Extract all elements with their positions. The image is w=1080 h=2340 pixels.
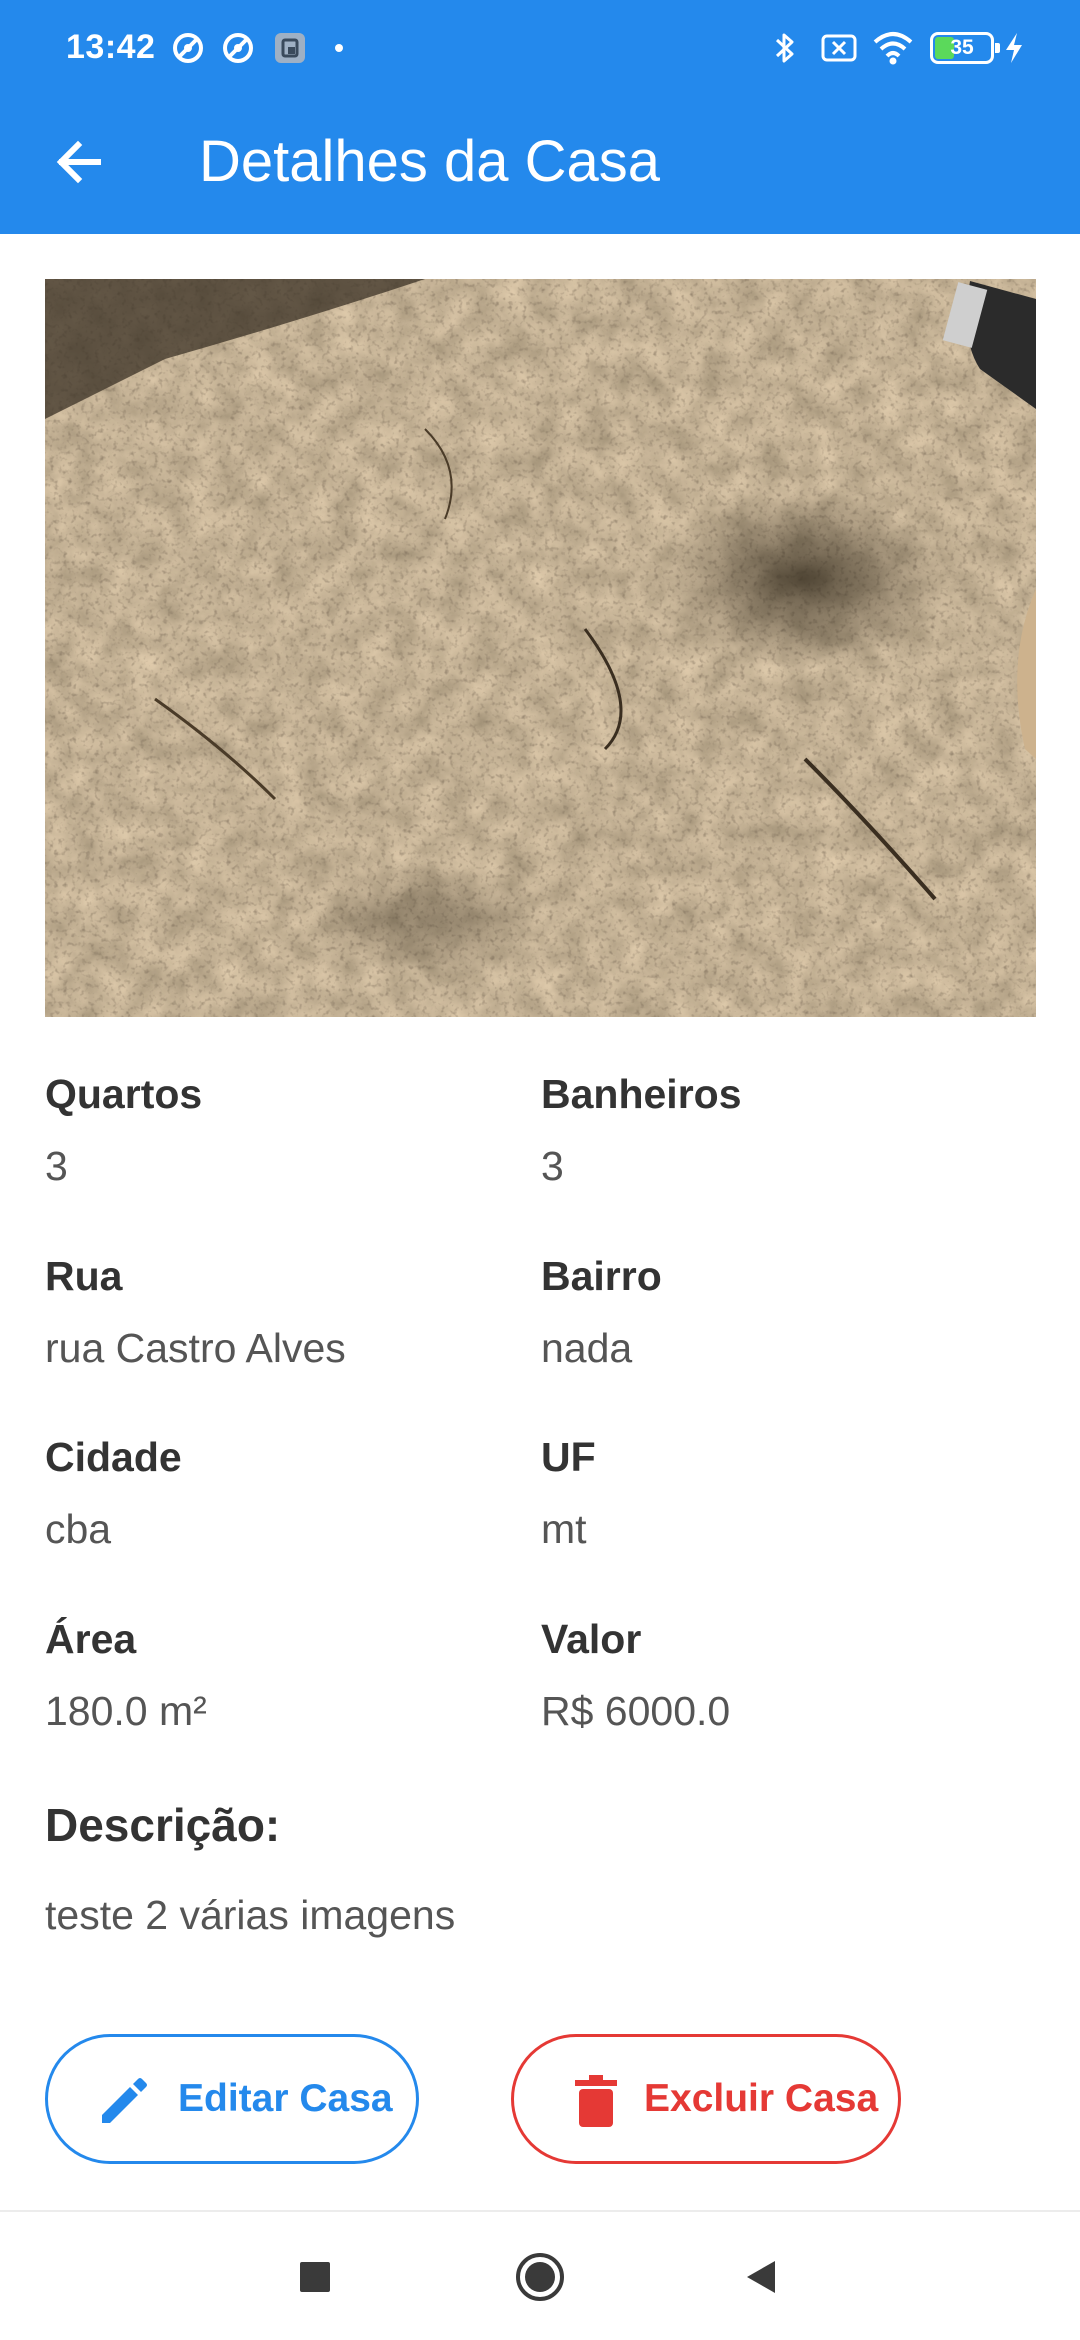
- app-bar: Detalhes da Casa: [0, 96, 1080, 234]
- field-bairro: Bairro nada: [541, 1251, 662, 1373]
- field-value: 180.0 m²: [45, 1688, 207, 1734]
- edit-house-button[interactable]: Editar Casa: [45, 2034, 419, 2164]
- field-value: rua Castro Alves: [45, 1325, 346, 1371]
- bluetooth-icon: [770, 30, 800, 71]
- field-uf: UF mt: [541, 1432, 596, 1554]
- home-button[interactable]: [505, 2242, 575, 2312]
- delete-house-button[interactable]: Excluir Casa: [511, 2034, 901, 2164]
- no-sim-icon: [820, 30, 858, 71]
- field-label: Área: [45, 1616, 137, 1662]
- edit-house-label: Editar Casa: [178, 2077, 393, 2120]
- battery-level: 35: [950, 36, 974, 59]
- field-label: Rua: [45, 1253, 123, 1299]
- recent-apps-icon: [300, 2262, 330, 2292]
- field-label: Quartos: [45, 1071, 203, 1117]
- house-details-screen: 13:42 35 Detalhes da Casa Quartos 3 Banh…: [0, 0, 1080, 2340]
- status-bar: 13:42 35: [0, 0, 1080, 96]
- arrow-back-icon: [56, 140, 101, 184]
- charging-icon: [1002, 30, 1026, 71]
- field-rua: Rua rua Castro Alves: [45, 1251, 346, 1373]
- sync-icon: [170, 30, 206, 71]
- description-label: Descrição:: [45, 1799, 281, 1851]
- pencil-icon: [94, 2071, 154, 2141]
- back-icon: [747, 2261, 775, 2293]
- house-photo[interactable]: [45, 279, 1036, 1017]
- trash-icon: [566, 2071, 626, 2141]
- field-label: Bairro: [541, 1253, 662, 1299]
- page-title: Detalhes da Casa: [199, 129, 661, 194]
- system-back-button[interactable]: [726, 2242, 796, 2312]
- home-icon: [516, 2253, 564, 2301]
- field-value: nada: [541, 1325, 633, 1371]
- field-value: R$ 6000.0: [541, 1688, 731, 1734]
- description-text: teste 2 várias imagens: [45, 1892, 456, 1938]
- field-label: Cidade: [45, 1434, 182, 1480]
- field-value: cba: [45, 1506, 112, 1552]
- field-label: Banheiros: [541, 1071, 742, 1117]
- notification-dot-icon: [335, 44, 343, 52]
- sync-icon: [220, 30, 256, 71]
- field-label: Valor: [541, 1616, 642, 1662]
- field-value: 3: [45, 1143, 68, 1189]
- field-value: mt: [541, 1506, 587, 1552]
- field-value: 3: [541, 1143, 564, 1189]
- field-label: UF: [541, 1434, 596, 1480]
- field-cidade: Cidade cba: [45, 1432, 182, 1554]
- field-valor: Valor R$ 6000.0: [541, 1614, 730, 1736]
- delete-house-label: Excluir Casa: [644, 2077, 879, 2120]
- field-banheiros: Banheiros 3: [541, 1069, 742, 1191]
- field-quartos: Quartos 3: [45, 1069, 202, 1191]
- status-time: 13:42: [66, 28, 156, 66]
- field-area: Área 180.0 m²: [45, 1614, 207, 1736]
- system-nav-bar: [0, 2212, 1080, 2340]
- screenshot-icon: [272, 30, 308, 71]
- battery-icon: 35: [930, 32, 1000, 64]
- back-button[interactable]: [36, 120, 120, 204]
- wifi-icon: [872, 30, 914, 71]
- recent-apps-button[interactable]: [280, 2242, 350, 2312]
